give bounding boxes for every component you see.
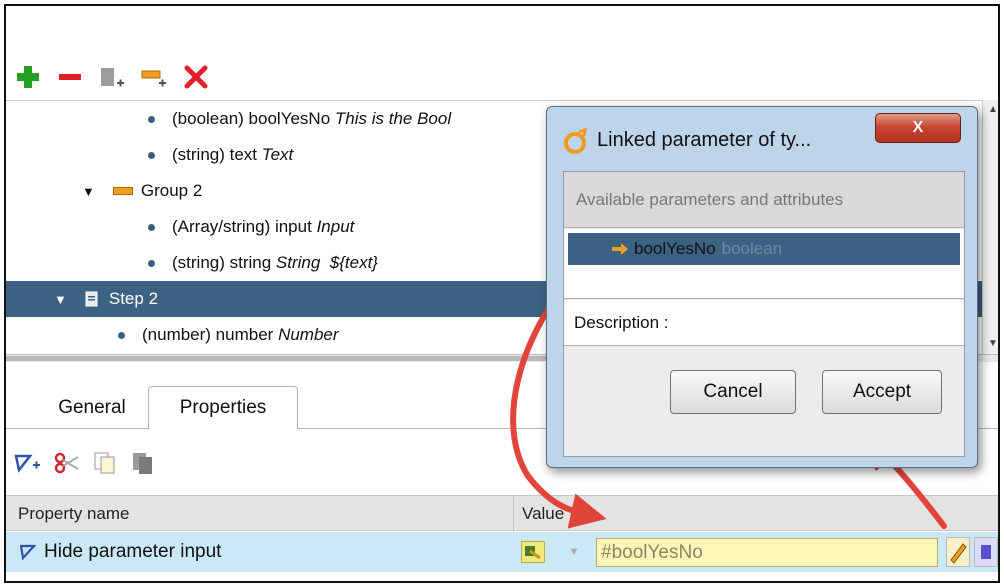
add-step-button[interactable]	[98, 63, 126, 91]
scroll-up-icon[interactable]: ▲	[983, 100, 998, 120]
properties-table-header: Property name Value	[6, 495, 998, 532]
column-header-property-name[interactable]: Property name	[18, 496, 130, 532]
add-group-button[interactable]	[140, 63, 168, 91]
add-step-icon	[101, 68, 124, 87]
dialog-title: Linked parameter of ty...	[597, 129, 812, 151]
value-field[interactable]: #boolYesNo	[596, 538, 938, 567]
bullet-icon	[118, 331, 125, 339]
tree-row-prefix: (number) number	[142, 325, 274, 344]
property-toolbar	[14, 446, 156, 480]
description-label: Description :	[564, 300, 964, 346]
dialog-body: Available parameters and attributes bool…	[563, 171, 965, 457]
tree-toolbar	[14, 60, 210, 94]
tree-row-prefix: (boolean) boolYesNo	[172, 109, 331, 128]
bullet-icon	[148, 151, 155, 159]
list-item-name: boolYesNo	[634, 239, 716, 258]
close-icon: X	[912, 119, 924, 136]
tab-properties[interactable]: Properties	[148, 386, 298, 430]
tab-general[interactable]: General	[36, 386, 148, 429]
tree-row-prefix: Step 2	[108, 289, 159, 308]
tree-row-label: Number	[278, 325, 339, 344]
expand-triangle-icon[interactable]: ▼	[54, 292, 67, 307]
cut-icon[interactable]	[54, 450, 80, 476]
close-button[interactable]: X	[875, 113, 961, 143]
scrollbar-thumb[interactable]	[6, 356, 546, 361]
expand-triangle-icon[interactable]: ▼	[82, 184, 95, 199]
column-header-value[interactable]: Value	[522, 496, 564, 532]
scroll-down-icon[interactable]: ▼	[983, 334, 998, 354]
table-row[interactable]: Hide parameter input ▼ #boolYesNo	[6, 532, 998, 572]
pencil-icon	[950, 543, 967, 564]
add-icon	[17, 66, 39, 88]
add-group-icon	[141, 70, 166, 87]
cancel-button[interactable]: Cancel	[670, 370, 796, 414]
link-parameter-button[interactable]	[521, 541, 545, 563]
remove-button[interactable]	[56, 63, 84, 91]
add-property-icon[interactable]	[14, 450, 42, 476]
tree-row-prefix: (string) string	[172, 253, 272, 272]
bullet-icon	[148, 223, 155, 231]
parameter-list[interactable]: boolYesNo boolean	[564, 229, 964, 299]
chevron-down-icon[interactable]: ▼	[562, 541, 586, 563]
tree-row-prefix: (Array/string) input	[172, 217, 312, 236]
group-icon	[112, 187, 133, 195]
app-frame: (boolean) boolYesNo This is the Bool (st…	[4, 4, 1000, 583]
tree-row-prefix: (string) text	[172, 145, 258, 164]
arrow-right-icon	[612, 243, 628, 255]
tree-vertical-scrollbar[interactable]: ▲ ▼	[982, 100, 998, 354]
link-icon	[525, 546, 541, 560]
tree-row-label: Input	[316, 217, 355, 236]
add-button[interactable]	[14, 63, 42, 91]
property-icon	[20, 544, 36, 560]
copy-icon[interactable]	[92, 450, 118, 476]
list-header: Available parameters and attributes	[564, 172, 964, 228]
delete-button[interactable]	[182, 63, 210, 91]
paste-icon[interactable]	[130, 450, 156, 476]
variable-icon	[981, 545, 991, 559]
edit-button[interactable]	[946, 537, 970, 567]
list-item-type: boolean	[721, 239, 783, 258]
accept-button[interactable]: Accept	[822, 370, 942, 414]
tree-row-label: String ${text}	[275, 253, 378, 272]
property-name: Hide parameter input	[44, 541, 222, 562]
tree-row-prefix: Group 2	[140, 181, 203, 200]
tree-row-label: This is the Bool	[334, 109, 452, 128]
dialog-titlebar[interactable]: Linked parameter of ty... X	[547, 107, 977, 169]
remove-icon	[59, 74, 81, 80]
bullet-icon	[148, 115, 155, 123]
column-divider[interactable]	[513, 496, 514, 532]
delete-icon	[184, 65, 208, 89]
bullet-icon	[148, 259, 155, 267]
tree-row-label: Text	[261, 145, 294, 164]
variable-button[interactable]	[974, 537, 998, 567]
linked-parameter-dialog: Linked parameter of ty... X Available pa…	[546, 106, 978, 468]
step-icon	[85, 291, 98, 307]
list-item[interactable]: boolYesNo boolean	[568, 233, 960, 265]
app-logo-icon	[564, 128, 587, 154]
